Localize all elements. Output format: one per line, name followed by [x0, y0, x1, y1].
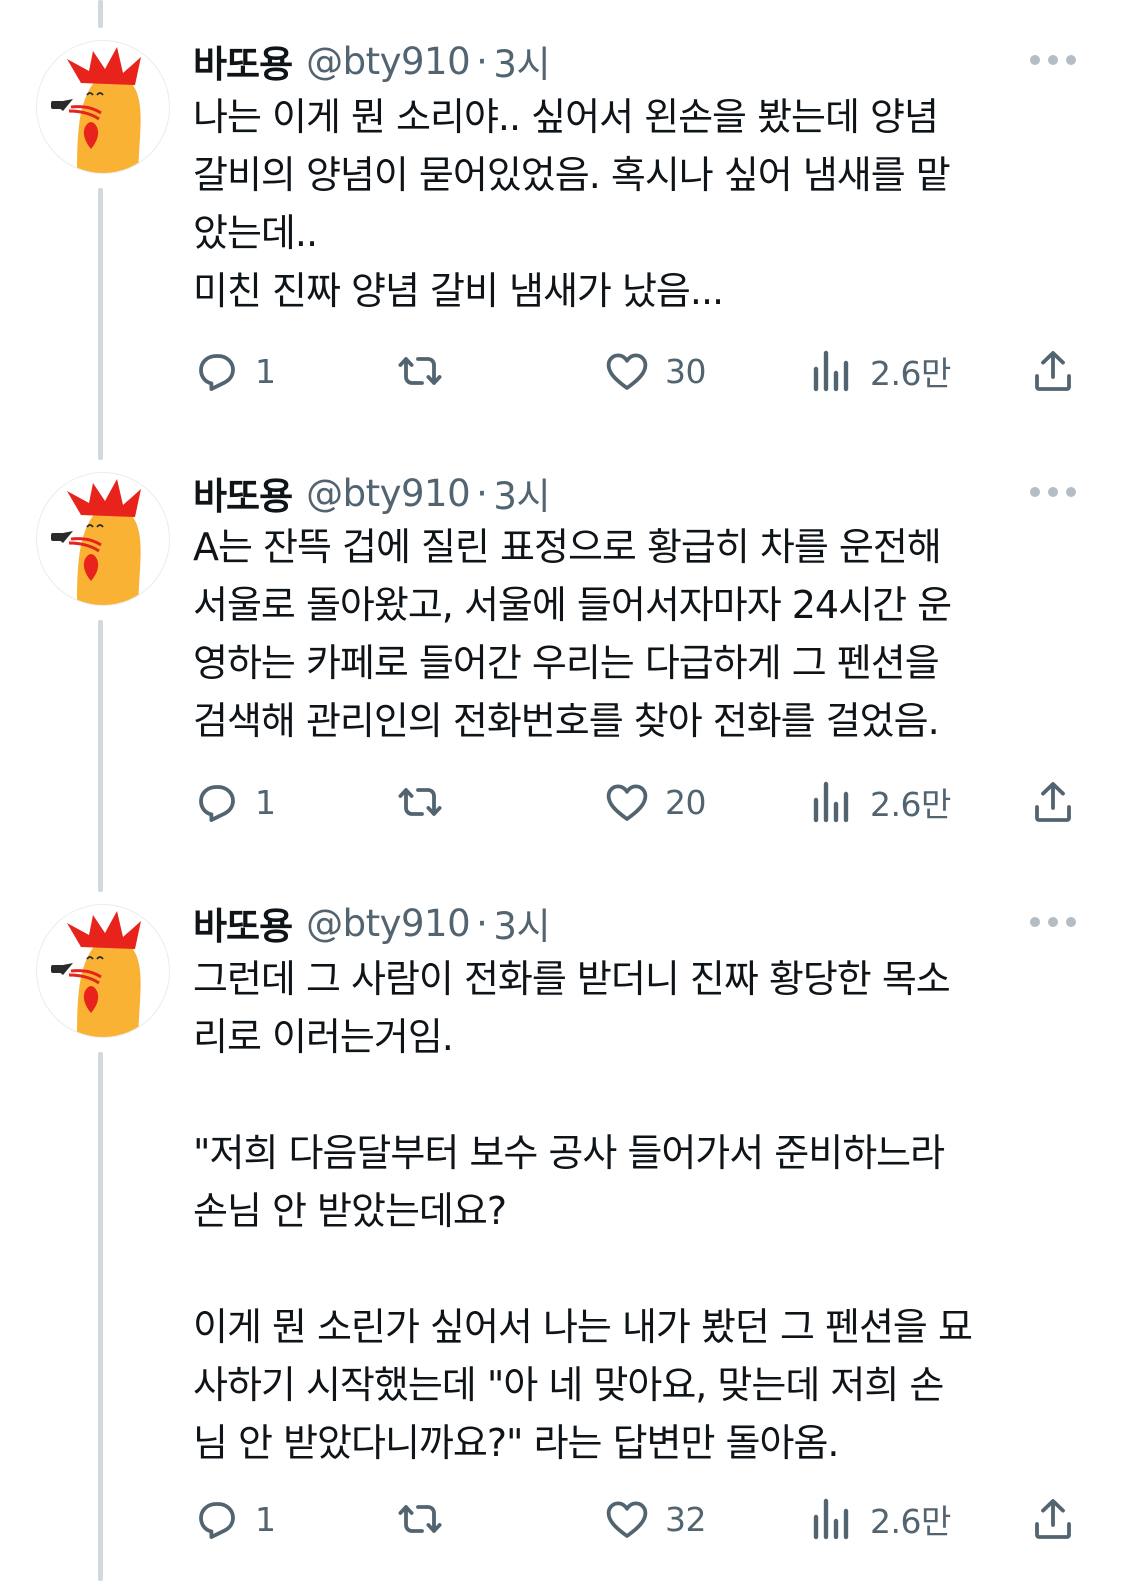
display-name[interactable]: 바또용: [193, 896, 293, 950]
tweet-text: 그런데 그 사람이 전화를 받더니 진짜 황당한 목소 리로 이러는거임. "저…: [193, 950, 1073, 1472]
text-line: [193, 1240, 1073, 1298]
like-button[interactable]: 32: [603, 1494, 707, 1544]
text-line: 님 안 받았다니까요?" 라는 답변만 돌아옴.: [193, 1421, 839, 1465]
user-handle[interactable]: @bty910: [306, 902, 471, 945]
action-bar: 1 32 2.6만: [193, 1494, 1078, 1544]
view-count: 2.6만: [870, 1502, 951, 1541]
reply-button[interactable]: 1: [193, 1494, 276, 1544]
tweet[interactable]: 바또용 @bty910 · 3시 그런데 그 사람이 전화를 받더니 진짜 황당…: [0, 0, 1125, 1581]
text-line: 이게 뭔 소린가 싶어서 나는 내가 봤던 그 펜션을 묘: [193, 1305, 973, 1349]
share-icon: [1035, 1499, 1071, 1539]
retweet-button[interactable]: [396, 1494, 458, 1544]
timestamp[interactable]: 3시: [493, 896, 550, 950]
reply-icon: [199, 1502, 235, 1539]
rooster-avatar-icon: [51, 911, 141, 1037]
heart-icon: [606, 1501, 648, 1538]
views-icon: [813, 1498, 849, 1540]
like-count: 32: [665, 1499, 707, 1539]
more-icon[interactable]: [1030, 914, 1076, 930]
text-line: 손님 안 받았는데요?: [193, 1189, 507, 1233]
text-line: 그런데 그 사람이 전화를 받더니 진짜 황당한 목소: [193, 957, 951, 1001]
retweet-icon: [398, 1505, 442, 1533]
timeline: 바또용 @bty910 · 3시 나는 이게 뭔 소리야.. 싶어서 왼손을 봤…: [0, 0, 1125, 1581]
text-line: [193, 1066, 1073, 1124]
text-line: "저희 다음달부터 보수 공사 들어가서 준비하느라: [193, 1131, 945, 1175]
reply-count: 1: [255, 1499, 276, 1539]
separator: ·: [476, 901, 488, 945]
avatar[interactable]: [36, 904, 170, 1038]
share-button[interactable]: [1029, 1494, 1077, 1544]
tweet-header: 바또용 @bty910 · 3시: [193, 896, 550, 950]
views-button[interactable]: 2.6만: [808, 1494, 951, 1544]
text-line: 리로 이러는거임.: [193, 1015, 454, 1059]
text-line: 사하기 시작했는데 "아 네 맞아요, 맞는데 저희 손: [193, 1363, 944, 1407]
